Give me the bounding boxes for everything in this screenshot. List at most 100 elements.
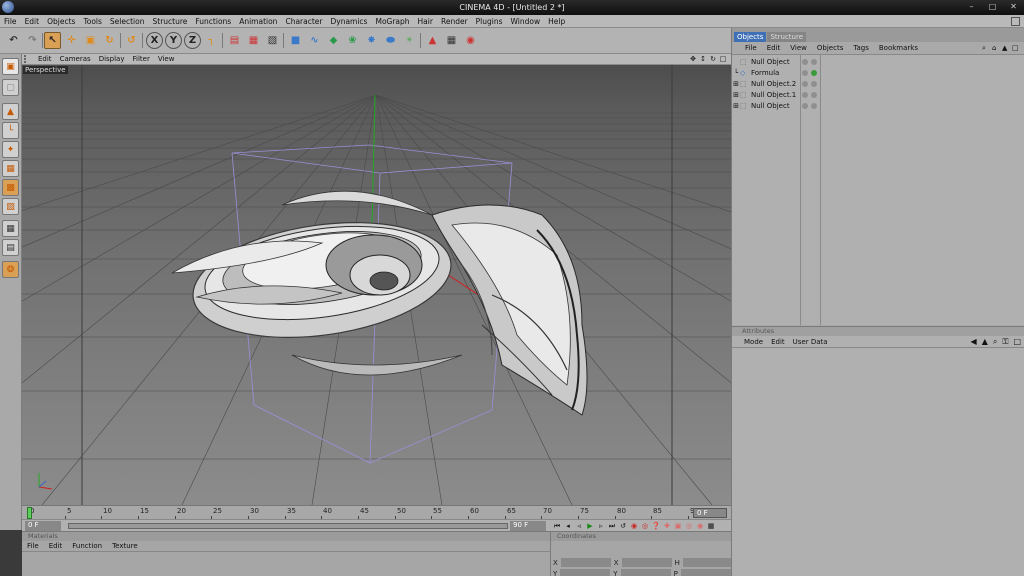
render-view-icon[interactable]: ▤ <box>226 32 243 49</box>
objects-menu-bookmarks[interactable]: Bookmarks <box>874 44 923 52</box>
coordinate-system-icon[interactable]: ┐ <box>203 32 220 49</box>
viewport-menu-filter[interactable]: Filter <box>129 55 154 63</box>
enable-snap-icon[interactable]: ▦ <box>2 220 19 237</box>
keyframe-selection-icon[interactable]: ❓ <box>651 521 661 531</box>
tree-item-null-object-1[interactable]: ⊞ ⬚ Null Object.1 <box>732 90 1024 101</box>
menu-edit[interactable]: Edit <box>21 17 44 26</box>
current-frame-field[interactable]: 0 F <box>693 508 727 518</box>
menu-file[interactable]: File <box>0 17 21 26</box>
toggle-views-icon[interactable]: □ <box>719 55 727 63</box>
light-icon[interactable]: ▦ <box>443 32 460 49</box>
timeline-ruler[interactable]: 051015202530354045505560657075808590 0 F <box>22 505 731 520</box>
texture-axis-icon[interactable]: ▨ <box>2 198 19 215</box>
render-picture-viewer-icon[interactable]: ▧ <box>264 32 281 49</box>
cube-primitive-icon[interactable]: ■ <box>287 32 304 49</box>
materials-menu-function[interactable]: Function <box>67 542 107 550</box>
autokey-icon[interactable]: ◎ <box>640 521 650 531</box>
search-icon[interactable]: ⌕ <box>982 44 990 52</box>
move-icon[interactable]: ✛ <box>63 32 80 49</box>
menu-functions[interactable]: Functions <box>191 17 235 26</box>
materials-menu-file[interactable]: File <box>22 542 44 550</box>
menu-plugins[interactable]: Plugins <box>472 17 507 26</box>
attributes-menu-edit[interactable]: Edit <box>767 338 789 346</box>
materials-menu-edit[interactable]: Edit <box>44 542 68 550</box>
pla-key-icon[interactable]: ▦ <box>706 521 716 531</box>
coord-p-rotation-field[interactable] <box>680 569 731 576</box>
menu-render[interactable]: Render <box>437 17 472 26</box>
redo-icon[interactable]: ↷ <box>24 32 41 49</box>
points-tool-icon[interactable]: ✦ <box>2 141 19 158</box>
time-range-slider[interactable] <box>68 523 508 529</box>
camera-icon[interactable]: ▲ <box>424 32 441 49</box>
render-settings-icon[interactable]: ◉ <box>462 32 479 49</box>
expand-icon[interactable]: ⊞ <box>732 91 740 99</box>
menu-animation[interactable]: Animation <box>235 17 281 26</box>
menu-structure[interactable]: Structure <box>149 17 192 26</box>
array-icon[interactable]: ❀ <box>344 32 361 49</box>
deformer-icon[interactable]: ✸ <box>363 32 380 49</box>
zoom-icon[interactable]: ↕ <box>699 55 707 63</box>
viewport-menu-edit[interactable]: Edit <box>34 55 56 63</box>
play-icon[interactable]: ▶ <box>585 521 595 531</box>
viewport-menu-display[interactable]: Display <box>95 55 129 63</box>
materials-menu-texture[interactable]: Texture <box>107 542 143 550</box>
coord-y-size-field[interactable] <box>620 569 671 576</box>
y-axis-lock-icon[interactable]: Y <box>165 32 182 49</box>
search-icon[interactable]: ⌕ <box>993 337 997 347</box>
undo-icon[interactable]: ↶ <box>5 32 22 49</box>
render-region-icon[interactable]: ▦ <box>245 32 262 49</box>
objects-menu-edit[interactable]: Edit <box>762 44 786 52</box>
up-arrow-icon[interactable]: ▲ <box>982 337 988 347</box>
spline-icon[interactable]: ∿ <box>306 32 323 49</box>
tree-item-formula[interactable]: └ ◇ Formula <box>732 68 1024 79</box>
menu-hair[interactable]: Hair <box>414 17 437 26</box>
objects-menu-objects[interactable]: Objects <box>812 44 848 52</box>
visibility-flags[interactable] <box>802 70 817 77</box>
next-frame-icon[interactable]: ▹ <box>596 521 606 531</box>
menu-objects[interactable]: Objects <box>43 17 79 26</box>
scale-icon[interactable]: ▣ <box>82 32 99 49</box>
menu-tools[interactable]: Tools <box>79 17 105 26</box>
menu-help[interactable]: Help <box>544 17 569 26</box>
position-key-icon[interactable]: ✚ <box>662 521 672 531</box>
menu-mograph[interactable]: MoGraph <box>371 17 413 26</box>
x-axis-lock-icon[interactable]: X <box>146 32 163 49</box>
attributes-menu-mode[interactable]: Mode <box>740 338 767 346</box>
expand-icon[interactable]: ⊞ <box>732 80 740 88</box>
live-selection-icon[interactable]: ↖ <box>44 32 61 49</box>
viewport-menu-view[interactable]: View <box>154 55 179 63</box>
objects-menu-tags[interactable]: Tags <box>848 44 874 52</box>
close-icon[interactable]: ✕ <box>1007 2 1020 12</box>
previous-frame-icon[interactable]: ◃ <box>574 521 584 531</box>
loop-icon[interactable]: ↺ <box>618 521 628 531</box>
use-model-icon[interactable]: ▣ <box>2 58 19 75</box>
scale-key-icon[interactable]: ▣ <box>673 521 683 531</box>
visibility-flags[interactable] <box>802 103 817 110</box>
new-view-icon[interactable]: □ <box>1012 44 1020 52</box>
scene-icon[interactable]: ⬬ <box>382 32 399 49</box>
objects-menu-view[interactable]: View <box>785 44 812 52</box>
use-texture-icon[interactable]: ▲ <box>2 103 19 120</box>
tab-structure[interactable]: Structure <box>767 32 807 42</box>
last-tool-icon[interactable]: ↺ <box>123 32 140 49</box>
layout-restore-icon[interactable] <box>1011 17 1020 26</box>
tree-item-null-object-2[interactable]: ⊞ ⬚ Null Object.2 <box>732 79 1024 90</box>
menu-window[interactable]: Window <box>507 17 545 26</box>
visibility-flags[interactable] <box>802 59 817 66</box>
environment-icon[interactable]: ✴ <box>401 32 418 49</box>
polygons-tool-icon[interactable]: ▩ <box>2 179 19 196</box>
visibility-flags[interactable] <box>802 81 817 88</box>
timeline-playhead[interactable] <box>27 507 32 519</box>
record-icon[interactable]: ◉ <box>629 521 639 531</box>
coord-x-size-field[interactable] <box>621 558 672 567</box>
orbit-icon[interactable]: ↻ <box>709 55 717 63</box>
menu-selection[interactable]: Selection <box>106 17 149 26</box>
up-arrow-icon[interactable]: ▲ <box>1002 44 1010 52</box>
coord-h-rotation-field[interactable] <box>682 558 733 567</box>
y-axis-handle[interactable] <box>371 94 376 226</box>
formula-object-mesh[interactable] <box>171 190 588 416</box>
z-axis-lock-icon[interactable]: Z <box>184 32 201 49</box>
tree-item-null-object-last[interactable]: ⊞ ⬚ Null Object <box>732 101 1024 112</box>
parameter-key-icon[interactable]: ◉ <box>695 521 705 531</box>
new-view-icon[interactable]: □ <box>1013 337 1021 347</box>
